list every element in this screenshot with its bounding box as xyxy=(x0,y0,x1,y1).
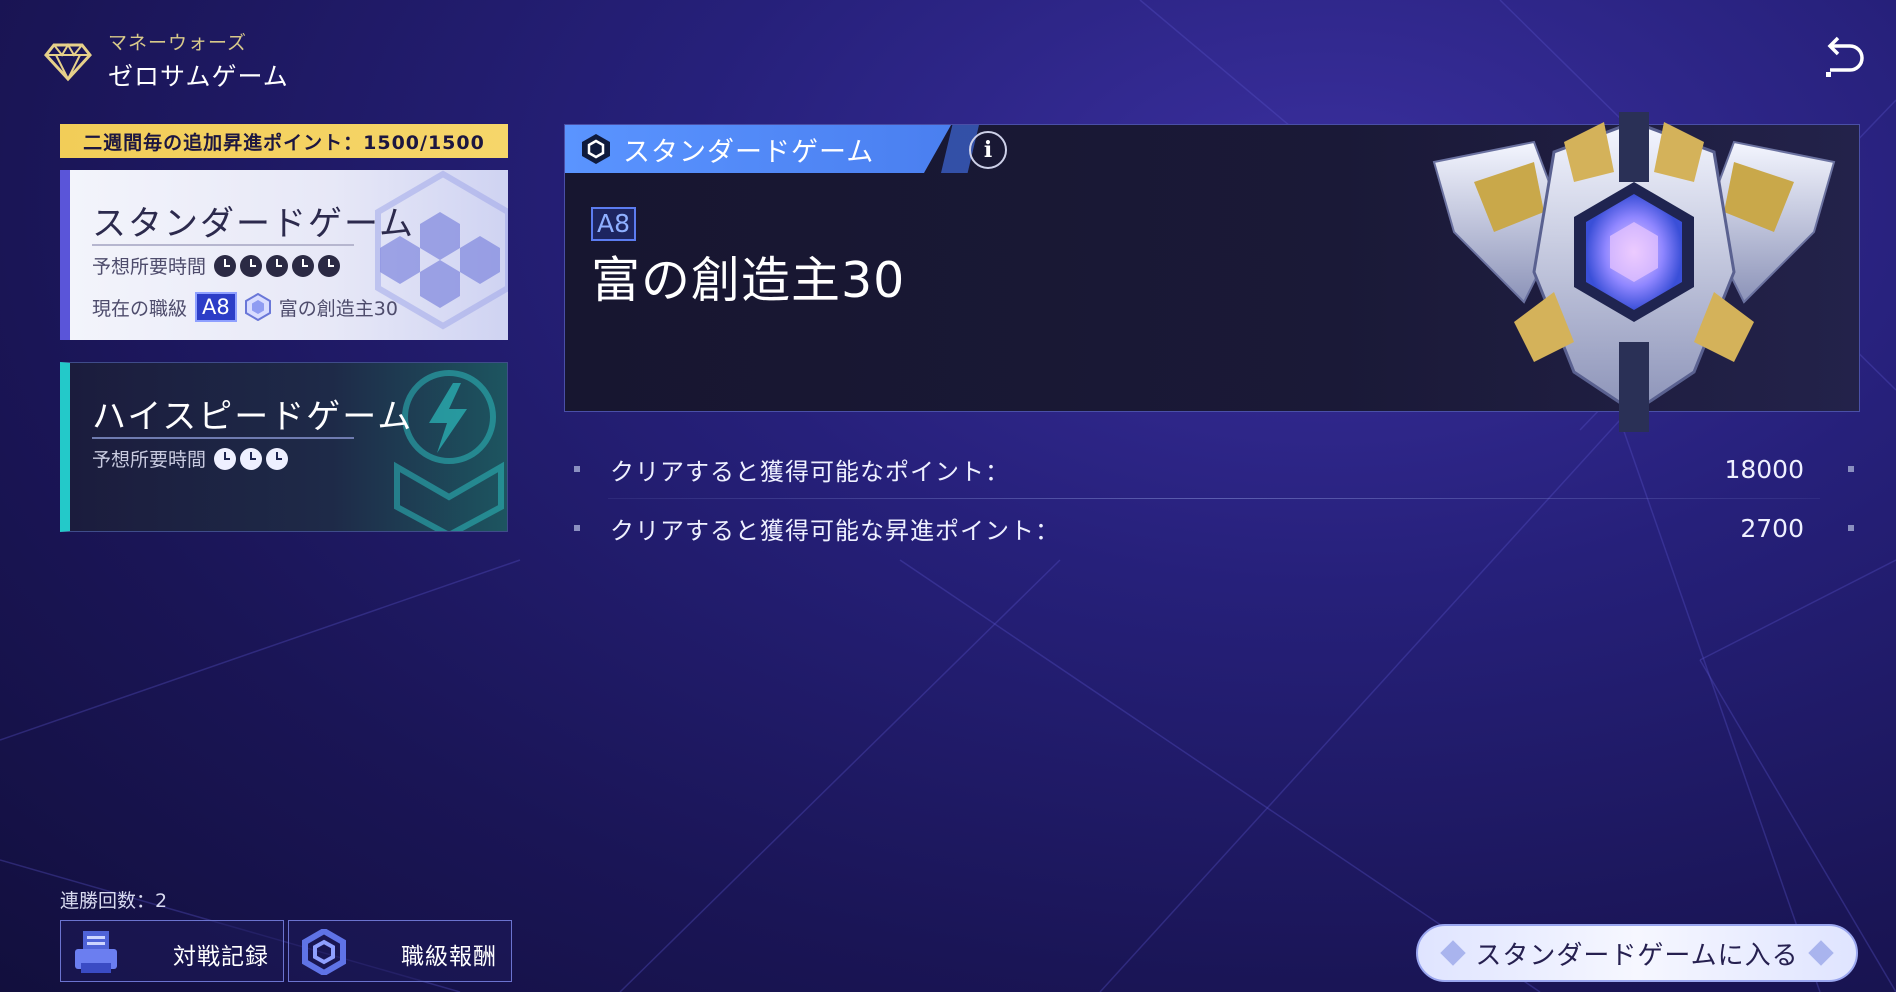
clock-icon xyxy=(214,447,237,470)
divider xyxy=(92,244,354,246)
stat-row: クリアすると獲得可能なポイント： 18000 xyxy=(568,440,1860,498)
expected-time-row: 予想所要時間 xyxy=(92,445,289,472)
rank-reward-button[interactable]: 職級報酬 xyxy=(288,920,512,982)
clock-icon xyxy=(240,447,263,470)
stat-value: 18000 xyxy=(1724,454,1804,484)
clock-icon xyxy=(266,254,289,277)
diamond-deco-icon xyxy=(1808,940,1834,966)
rank-badge: A8 xyxy=(195,292,237,322)
rank-name: 富の創造主30 xyxy=(591,252,906,309)
lightning-skull-art-icon xyxy=(394,370,504,531)
bullet xyxy=(574,525,580,531)
mode-card-highspeed[interactable]: ハイスピードゲーム 予想所要時間 xyxy=(60,362,508,532)
expected-time-row: 予想所要時間 xyxy=(92,252,341,279)
clock-icon xyxy=(266,447,289,470)
rank-hexagon-icon xyxy=(244,293,271,321)
clock-icon xyxy=(240,254,263,277)
win-streak: 連勝回数：2 xyxy=(60,890,168,912)
mode-name: ハイスピードゲーム xyxy=(92,397,414,437)
stat-row: クリアすると獲得可能な昇進ポイント： 2700 xyxy=(568,499,1860,557)
current-rank-name: 富の創造主30 xyxy=(278,297,398,320)
hexagon-rank-icon xyxy=(582,134,610,164)
mode-card-standard[interactable]: スタンダードゲーム 予想所要時間 現在の職級 A8 富の創造主30 xyxy=(60,170,508,340)
mode-tab-title: スタンダードゲーム xyxy=(623,136,875,168)
bonus-points-bar: 二週間毎の追加昇進ポイント：1500/1500 xyxy=(60,124,508,158)
rank-emblem-icon xyxy=(1432,112,1836,432)
clock-icon xyxy=(318,254,341,277)
expected-time-label: 予想所要時間 xyxy=(92,256,207,278)
time-clocks xyxy=(214,254,341,277)
mode-tab: スタンダードゲーム xyxy=(565,125,951,173)
back-arrow-icon[interactable] xyxy=(1818,34,1866,82)
battle-history-label: 対戦記録 xyxy=(173,944,269,970)
diamond-logo-icon xyxy=(44,42,92,81)
divider xyxy=(92,437,354,439)
bullet xyxy=(1848,525,1854,531)
current-rank-label: 現在の職級 xyxy=(92,297,188,320)
info-icon[interactable]: i xyxy=(969,131,1007,169)
stat-label: クリアすると獲得可能な昇進ポイント： xyxy=(610,516,1060,545)
clock-icon xyxy=(214,254,237,277)
stat-label: クリアすると獲得可能なポイント： xyxy=(610,457,1010,486)
reward-stats: クリアすると獲得可能なポイント： 18000 クリアすると獲得可能な昇進ポイント… xyxy=(568,440,1860,557)
rank-reward-label: 職級報酬 xyxy=(401,944,497,970)
hexagon-gear-icon xyxy=(302,929,346,975)
printer-record-icon xyxy=(75,931,117,973)
enter-button-label: スタンダードゲームに入る xyxy=(1475,940,1799,971)
time-clocks xyxy=(214,447,289,470)
expected-time-label: 予想所要時間 xyxy=(92,449,207,471)
enter-standard-game-button[interactable]: スタンダードゲームに入る xyxy=(1416,924,1858,982)
mode-name: スタンダードゲーム xyxy=(92,204,415,244)
header: マネーウォーズ ゼロサムゲーム xyxy=(42,28,289,93)
diamond-deco-icon xyxy=(1440,940,1466,966)
battle-history-button[interactable]: 対戦記録 xyxy=(60,920,284,982)
rank-badge: A8 xyxy=(591,207,637,241)
stat-value: 2700 xyxy=(1740,513,1804,543)
bullet xyxy=(1848,466,1854,472)
bullet xyxy=(574,466,580,472)
clock-icon xyxy=(292,254,315,277)
current-rank-row: 現在の職級 A8 富の創造主30 xyxy=(92,292,398,322)
header-title: ゼロサムゲーム xyxy=(108,62,289,91)
header-subtitle: マネーウォーズ xyxy=(108,32,248,54)
